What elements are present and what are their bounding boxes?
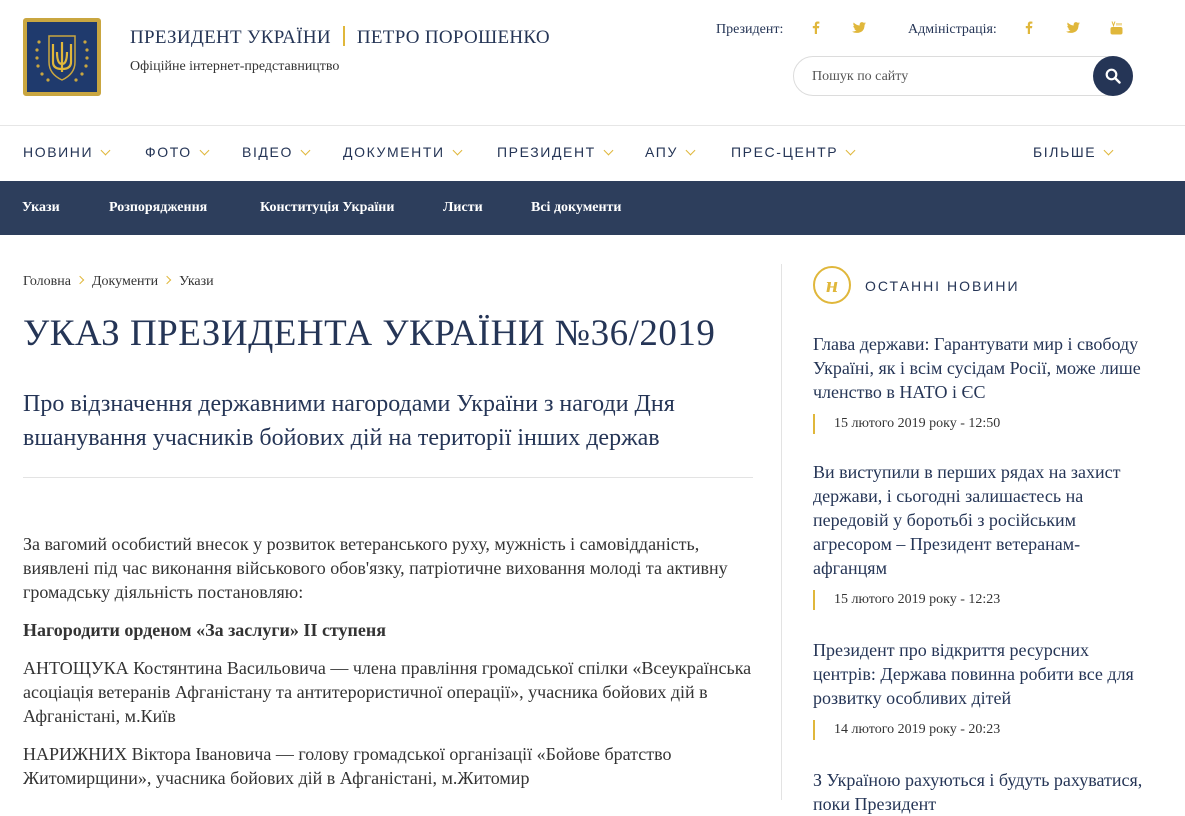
award-heading: Нагородити орденом «За заслуги» II ступе… <box>23 620 387 640</box>
documents-subnav: Укази Розпорядження Конституція України … <box>0 181 1185 235</box>
chevron-down-icon <box>300 145 311 156</box>
site-title[interactable]: ПРЕЗИДЕНТ УКРАЇНИ ПЕТРО ПОРОШЕНКО <box>130 26 550 49</box>
subnav-item-all-documents[interactable]: Всі документи <box>531 200 621 216</box>
news-icon: н <box>813 266 851 304</box>
subnav-item-constitution[interactable]: Конституція України <box>260 200 394 216</box>
chevron-right-icon <box>162 275 172 285</box>
decree-lead: Про відзначення державними нагородами Ук… <box>23 391 675 451</box>
search-icon <box>1105 68 1121 84</box>
breadcrumb: Головна Документи Укази <box>23 274 214 290</box>
news-item[interactable]: З Україною рахуються і будуть рахуватися… <box>813 768 1143 816</box>
main-navigation: НОВИНИ ФОТО ВІДЕО ДОКУМЕНТИ ПРЕЗИДЕНТ АП… <box>0 126 1185 181</box>
nav-item-label: АПУ <box>645 144 678 160</box>
news-item-title[interactable]: Глава держави: Гарантувати мир і свободу… <box>813 332 1143 404</box>
nav-item-documents[interactable]: ДОКУМЕНТИ <box>343 144 463 160</box>
chevron-down-icon <box>685 145 696 156</box>
nav-item-label: БІЛЬШЕ <box>1033 144 1097 160</box>
nav-item-news[interactable]: НОВИНИ <box>23 144 111 160</box>
youtube-icon[interactable] <box>1105 20 1127 40</box>
news-item-date: 15 лютого 2019 року - 12:23 <box>813 590 1143 610</box>
subnav-item-decrees[interactable]: Укази <box>22 200 60 216</box>
president-name: ПЕТРО ПОРОШЕНКО <box>356 27 550 48</box>
news-item-title[interactable]: Президент про відкриття ресурсних центрі… <box>813 638 1143 710</box>
trident-icon <box>35 35 89 82</box>
chevron-down-icon <box>100 145 111 156</box>
administration-social-links: Адміністрація: <box>908 20 1127 40</box>
breadcrumb-decrees[interactable]: Укази <box>179 274 214 289</box>
subnav-item-letters[interactable]: Листи <box>443 200 483 216</box>
news-item[interactable]: Президент про відкриття ресурсних центрі… <box>813 638 1143 740</box>
nav-item-label: ПРЕЗИДЕНТ <box>497 144 596 160</box>
news-item[interactable]: Глава держави: Гарантувати мир і свободу… <box>813 332 1143 434</box>
page-title: УКАЗ ПРЕЗИДЕНТА УКРАЇНИ №36/2019 <box>23 313 716 354</box>
subnav-item-orders[interactable]: Розпорядження <box>109 200 207 216</box>
chevron-down-icon <box>1103 145 1114 156</box>
news-item-date: 15 лютого 2019 року - 12:50 <box>813 414 1143 434</box>
site-title-main: ПРЕЗИДЕНТ УКРАЇНИ <box>130 27 331 48</box>
nav-item-label: НОВИНИ <box>23 144 94 160</box>
awardee-paragraph: НАРИЖНИХ Віктора Івановича — голову гром… <box>23 744 672 788</box>
twitter-icon[interactable] <box>848 20 870 40</box>
facebook-icon[interactable] <box>805 20 827 40</box>
facebook-icon[interactable] <box>1018 20 1040 40</box>
latest-news-heading[interactable]: ОСТАННІ НОВИНИ <box>865 278 1020 294</box>
chevron-down-icon <box>199 145 210 156</box>
decree-body: За вагомий особистий внесок у розвиток в… <box>23 532 763 804</box>
site-header: ПРЕЗИДЕНТ УКРАЇНИ ПЕТРО ПОРОШЕНКО Офіційн… <box>0 0 1185 126</box>
news-item-title[interactable]: З Україною рахуються і будуть рахуватися… <box>813 768 1143 816</box>
nav-item-label: ФОТО <box>145 144 192 160</box>
nav-item-photo[interactable]: ФОТО <box>145 144 210 160</box>
chevron-down-icon <box>452 145 463 156</box>
administration-social-label: Адміністрація: <box>908 22 997 37</box>
nav-item-president[interactable]: ПРЕЗИДЕНТ <box>497 144 614 160</box>
search-box <box>793 56 1133 96</box>
title-separator <box>342 26 345 46</box>
search-button[interactable] <box>1093 56 1133 96</box>
news-item[interactable]: Ви виступили в перших рядах на захист де… <box>813 460 1143 610</box>
divider <box>23 477 753 478</box>
awardee-paragraph: АНТОЩУКА Костянтина Васильовича — члена … <box>23 658 752 726</box>
nav-item-label: ДОКУМЕНТИ <box>343 144 445 160</box>
chevron-down-icon <box>845 145 856 156</box>
nav-item-press-center[interactable]: ПРЕС-ЦЕНТР <box>731 144 856 160</box>
column-divider <box>781 264 782 800</box>
site-subtitle: Офіційне інтернет-представництво <box>130 59 340 74</box>
breadcrumb-home[interactable]: Головна <box>23 274 71 289</box>
nav-item-apu[interactable]: АПУ <box>645 144 696 160</box>
nav-item-more[interactable]: БІЛЬШЕ <box>1033 144 1114 160</box>
nav-item-video[interactable]: ВІДЕО <box>242 144 311 160</box>
nav-item-label: ПРЕС-ЦЕНТР <box>731 144 839 160</box>
breadcrumb-documents[interactable]: Документи <box>92 274 158 289</box>
decree-intro: За вагомий особистий внесок у розвиток в… <box>23 534 728 602</box>
search-input[interactable] <box>810 66 1084 88</box>
president-social-label: Президент: <box>716 22 784 37</box>
coat-of-arms-logo[interactable] <box>23 18 101 96</box>
president-social-links: Президент: <box>716 20 870 40</box>
chevron-down-icon <box>603 145 614 156</box>
twitter-icon[interactable] <box>1062 20 1084 40</box>
news-item-title[interactable]: Ви виступили в перших рядах на захист де… <box>813 460 1143 580</box>
news-item-date: 14 лютого 2019 року - 20:23 <box>813 720 1143 740</box>
chevron-right-icon <box>75 275 85 285</box>
nav-item-label: ВІДЕО <box>242 144 293 160</box>
